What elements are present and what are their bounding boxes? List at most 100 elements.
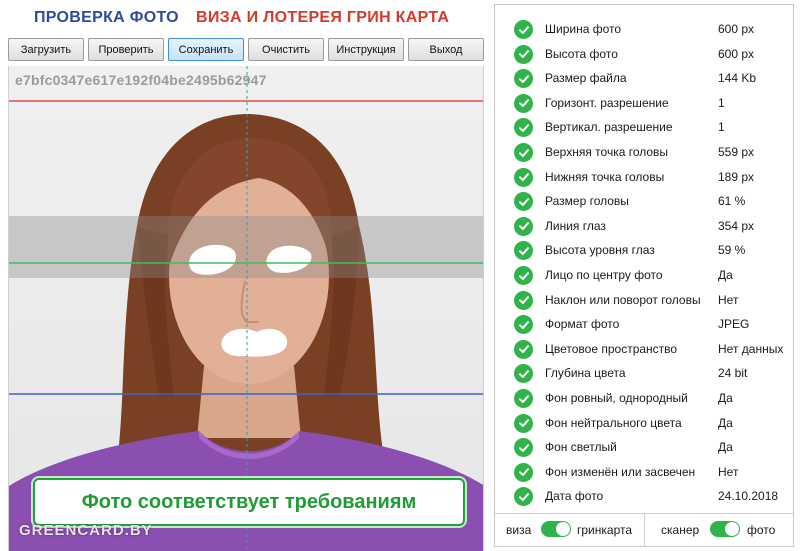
- toggle-divider: [644, 513, 645, 547]
- check-label: Глубина цвета: [545, 366, 626, 381]
- check-label: Размер файла: [545, 71, 627, 86]
- check-circle-icon: [514, 118, 533, 138]
- check-circle-icon: [514, 389, 533, 408]
- check-label: Формат фото: [545, 317, 620, 332]
- check-row: Ширина фото 600 px: [495, 17, 793, 41]
- check-circle-icon: [514, 339, 533, 359]
- check-value: 1: [718, 120, 725, 135]
- photo-preview: e7bfc0347e617e192f04be2495b62947 Фото со…: [8, 66, 484, 551]
- check-circle-icon: [514, 44, 533, 64]
- clear-button[interactable]: Очистить: [248, 38, 324, 61]
- check-circle-icon: [514, 20, 533, 39]
- check-row: Формат фото JPEG: [495, 312, 793, 336]
- check-circle-icon: [514, 241, 533, 261]
- check-value: 61 %: [718, 194, 746, 209]
- check-label: Линия глаз: [545, 218, 606, 233]
- toggle-greencard-label: гринкарта: [577, 523, 633, 537]
- check-row: Вертикал. разрешение 1: [495, 115, 793, 139]
- check-value: Да: [718, 391, 733, 405]
- check-value: Да: [718, 440, 733, 455]
- check-circle-icon: [514, 192, 533, 212]
- check-value: 59 %: [718, 243, 746, 258]
- check-circle-icon: [514, 315, 533, 335]
- check-label: Размер головы: [545, 194, 629, 209]
- check-value: 24 bit: [718, 366, 748, 381]
- check-label: Фон нейтрального цвета: [545, 415, 682, 430]
- check-circle-icon: [514, 290, 533, 310]
- check-circle-icon: [514, 216, 533, 236]
- check-value: Нет: [718, 464, 739, 479]
- app-title: ПРОВЕРКА ФОТО: [34, 9, 179, 26]
- check-row: Размер головы 61 %: [495, 189, 793, 213]
- scanner-photo-toggle[interactable]: [710, 521, 740, 537]
- exit-button[interactable]: Выход: [408, 38, 484, 61]
- check-row: Фон светлый Да: [495, 435, 793, 459]
- check-row: Линия глаз 354 px: [495, 214, 793, 238]
- check-row: Цветовое пространство Нет данных: [495, 337, 793, 361]
- check-label: Верхняя точка головы: [545, 145, 669, 159]
- check-value: 189 px: [718, 169, 755, 184]
- check-row: Дата фото 24.10.2018: [495, 484, 793, 508]
- check-circle-icon: [514, 364, 533, 384]
- check-value: 600 px: [718, 46, 755, 61]
- check-row: Фон нейтрального цвета Да: [495, 411, 793, 435]
- check-label: Ширина фото: [545, 22, 622, 36]
- check-label: Дата фото: [545, 489, 604, 504]
- photo-hash: e7bfc0347e617e192f04be2495b62947: [15, 72, 267, 88]
- check-value: 354 px: [718, 218, 755, 233]
- check-label: Фон изменён или засвечен: [545, 464, 696, 479]
- check-value: 1: [718, 95, 725, 110]
- check-circle-icon: [514, 167, 533, 187]
- check-circle-icon: [514, 462, 533, 482]
- watermark: GREENCARD.BY: [19, 522, 153, 539]
- check-label: Фон светлый: [545, 440, 617, 455]
- load-button[interactable]: Загрузить: [8, 38, 84, 61]
- check-value: 144 Kb: [718, 71, 757, 86]
- check-row: Фон ровный, однородный Да: [495, 386, 793, 410]
- check-circle-icon: [514, 143, 533, 162]
- check-label: Наклон или поворот головы: [545, 292, 701, 307]
- check-value: Нет: [718, 292, 739, 307]
- toggle-scanner-label: сканер: [661, 523, 700, 537]
- instructions-button[interactable]: Инструкция: [328, 38, 404, 61]
- check-label: Фон ровный, однородный: [545, 391, 688, 405]
- check-row: Размер файла 144 Kb: [495, 66, 793, 90]
- toolbar: Загрузить Проверить Сохранить Очистить И…: [8, 38, 484, 62]
- check-value: Да: [718, 268, 733, 282]
- check-value: Нет данных: [718, 341, 784, 356]
- check-label: Высота фото: [545, 46, 618, 61]
- check-label: Горизонт. разрешение: [545, 95, 669, 110]
- check-value: 559 px: [718, 145, 755, 159]
- check-button[interactable]: Проверить: [88, 38, 164, 61]
- check-value: Да: [718, 415, 733, 430]
- check-circle-icon: [514, 93, 533, 113]
- toggle-photo-label: фото: [747, 523, 776, 537]
- check-label: Высота уровня глаз: [545, 243, 655, 258]
- check-value: 24.10.2018: [718, 489, 779, 504]
- check-row: Лицо по центру фото Да: [495, 263, 793, 287]
- check-label: Лицо по центру фото: [545, 268, 663, 282]
- check-label: Вертикал. разрешение: [545, 120, 673, 135]
- check-row: Глубина цвета 24 bit: [495, 361, 793, 385]
- check-label: Нижняя точка головы: [545, 169, 665, 184]
- check-value: JPEG: [718, 317, 750, 332]
- check-circle-icon: [514, 487, 533, 507]
- check-row: Высота уровня глаз 59 %: [495, 238, 793, 262]
- check-row: Верхняя точка головы 559 px: [495, 140, 793, 164]
- check-circle-icon: [514, 69, 533, 89]
- toggle-visa-label: виза: [506, 523, 532, 537]
- check-row: Нижняя точка головы 189 px: [495, 165, 793, 189]
- visa-greencard-toggle[interactable]: [541, 521, 571, 537]
- check-circle-icon: [514, 266, 533, 285]
- check-label: Цветовое пространство: [545, 341, 678, 356]
- check-value: 600 px: [718, 22, 755, 36]
- check-row: Наклон или поворот головы Нет: [495, 288, 793, 312]
- checks-panel: Ширина фото 600 px Высота фото 600 px Размер…: [494, 4, 794, 547]
- save-button[interactable]: Сохранить: [168, 38, 244, 61]
- app-subtitle: ВИЗА И ЛОТЕРЕЯ ГРИН КАРТА: [196, 9, 450, 26]
- check-circle-icon: [514, 438, 533, 458]
- check-row: Высота фото 600 px: [495, 42, 793, 66]
- verdict-banner: Фото соответствует требованиям: [33, 478, 465, 526]
- check-circle-icon: [514, 413, 533, 433]
- check-row: Фон изменён или засвечен Нет: [495, 460, 793, 484]
